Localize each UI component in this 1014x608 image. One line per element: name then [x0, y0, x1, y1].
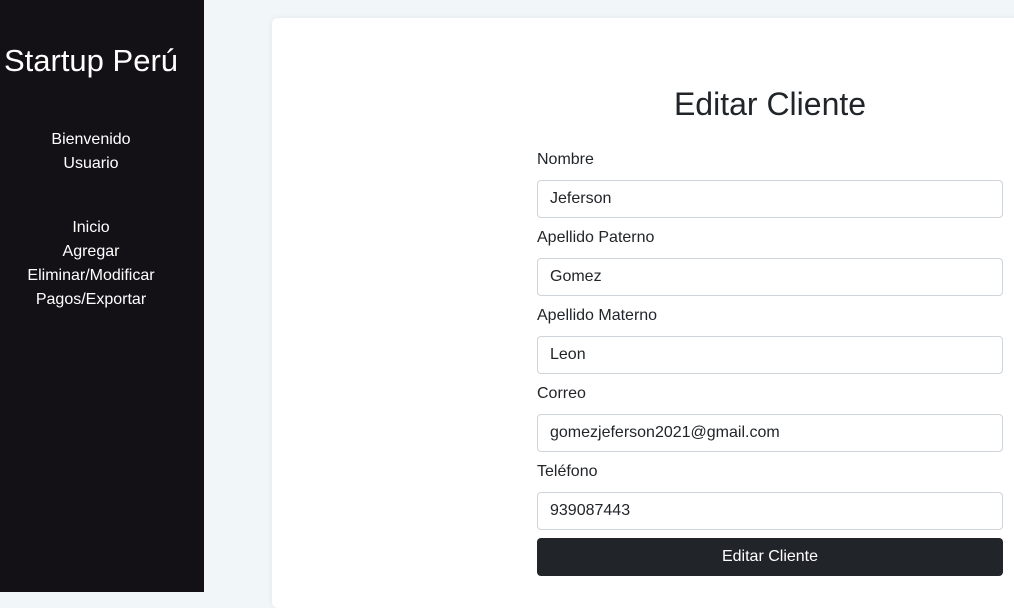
label-apellido-materno: Apellido Materno	[537, 307, 658, 324]
sidebar-nav: Inicio Agregar Eliminar/Modificar Pagos/…	[0, 216, 182, 312]
nombre-input[interactable]	[537, 180, 1003, 218]
label-nombre: Nombre	[537, 151, 594, 168]
nav-link-agregar[interactable]: Agregar	[0, 240, 182, 264]
welcome-line: Bienvenido	[51, 131, 131, 148]
nav-link-eliminar-modificar[interactable]: Eliminar/Modificar	[0, 264, 182, 288]
nav-link-pagos-exportar[interactable]: Pagos/Exportar	[0, 288, 182, 312]
correo-input[interactable]	[537, 414, 1003, 452]
label-telefono: Teléfono	[537, 463, 598, 480]
label-apellido-paterno: Apellido Paterno	[537, 229, 655, 246]
label-correo: Correo	[537, 385, 586, 402]
sidebar: Startup Perú Bienvenido Usuario Inicio A…	[0, 0, 204, 592]
apellido-materno-input[interactable]	[537, 336, 1003, 374]
welcome-text: Bienvenido Usuario	[0, 128, 182, 176]
telefono-input[interactable]	[537, 492, 1003, 530]
nav-link-inicio[interactable]: Inicio	[0, 216, 182, 240]
form-title: Editar Cliente	[673, 86, 867, 122]
brand-title: Startup Perú	[3, 43, 179, 78]
user-name: Usuario	[63, 155, 119, 172]
editar-cliente-button[interactable]: Editar Cliente	[537, 538, 1003, 576]
apellido-paterno-input[interactable]	[537, 258, 1003, 296]
